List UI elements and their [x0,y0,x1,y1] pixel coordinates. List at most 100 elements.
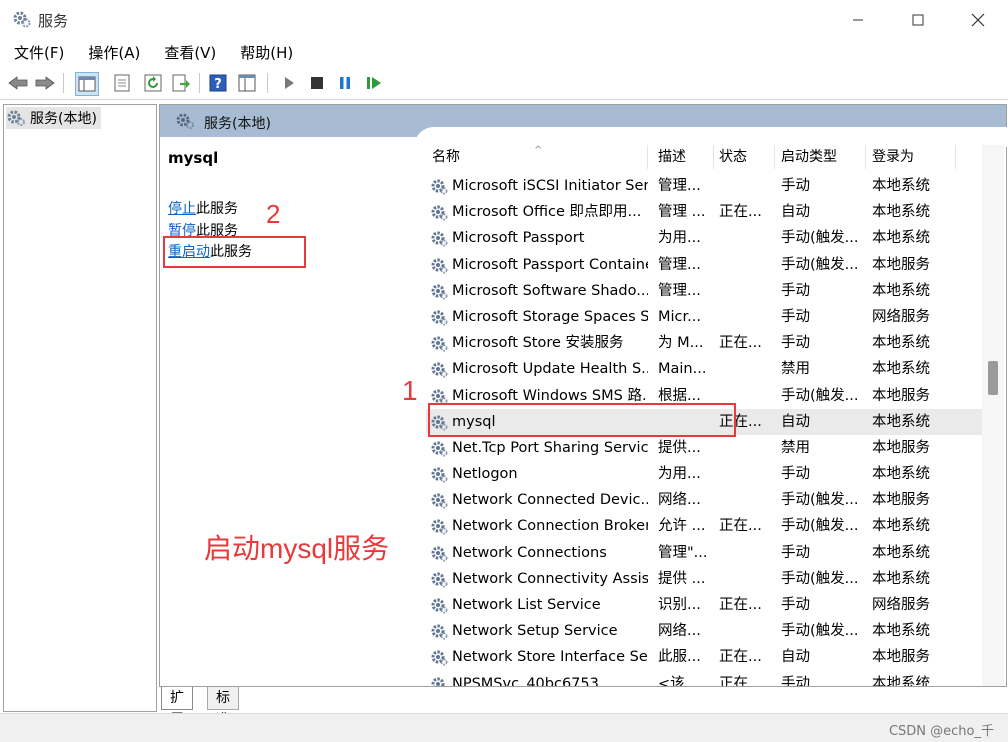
services-gear-icon [6,109,26,127]
menu-view[interactable]: 查看(V) [154,40,226,66]
column-header-status[interactable]: 状态 [713,145,775,169]
console-tree-button[interactable] [75,72,99,96]
service-description-cell: 网络... [658,618,710,644]
properties-button[interactable] [111,72,133,94]
column-header-startup-type[interactable]: 启动类型 [775,145,866,169]
service-description-cell: 管理... [658,252,710,278]
service-gear-icon [430,596,448,618]
extended-description: mysql 停止此服务 暂停此服务 重启动此服务 2 启动mysql服务 [160,137,414,686]
service-logon-cell: 本地系统 [872,173,952,199]
window-title: 服务 [38,10,68,31]
service-startup-cell: 自动 [781,644,863,670]
service-row[interactable]: Network Connections管理"...手动本地系统 [426,540,996,566]
service-row[interactable]: Microsoft Store 安装服务为 M...正在...手动本地系统 [426,330,996,356]
service-logon-cell: 本地系统 [872,566,952,592]
service-startup-cell: 手动(触发... [781,383,863,409]
close-button[interactable] [948,0,1008,40]
service-name-cell: Microsoft Passport Container [452,252,648,278]
menu-action[interactable]: 操作(A) [78,40,150,66]
service-logon-cell: 网络服务 [872,304,952,330]
vertical-scrollbar[interactable] [982,145,1004,686]
view-button[interactable] [236,72,258,94]
stop-link[interactable]: 停止 [168,201,196,217]
service-logon-cell: 本地系统 [872,540,952,566]
column-header-logon-as[interactable]: 登录为 [866,145,956,169]
service-row[interactable]: Network Connected Devic...网络...手动(触发...本… [426,487,996,513]
service-description-cell: 识别... [658,592,710,618]
start-service-button[interactable] [278,72,300,94]
service-description-cell: 为用... [658,225,710,251]
service-logon-cell: 本地服务 [872,435,952,461]
scrollbar-thumb[interactable] [988,361,998,395]
service-name-cell: Microsoft Passport [452,225,648,251]
minimize-button[interactable] [828,0,888,40]
service-logon-cell: 本地系统 [872,409,952,435]
service-row[interactable]: Microsoft Office 即点即用...管理 ...正在...自动本地系… [426,199,996,225]
service-startup-cell: 自动 [781,199,863,225]
service-name-cell: Network Connectivity Assis... [452,566,648,592]
stop-service-button[interactable] [306,72,328,94]
column-header-name[interactable]: 名称 ^ [426,145,648,169]
service-logon-cell: 本地系统 [872,278,952,304]
service-row[interactable]: Network Connectivity Assis...提供 ...手动(触发… [426,566,996,592]
menu-file[interactable]: 文件(F) [4,40,74,66]
service-row[interactable]: NPSMSvc_40bc6753<该...正在...手动本地系统 [426,671,996,686]
service-gear-icon [430,308,448,330]
service-gear-icon [430,282,448,304]
service-row[interactable]: Netlogon为用...手动本地系统 [426,461,996,487]
service-row[interactable]: Net.Tcp Port Sharing Service提供...禁用本地服务 [426,435,996,461]
service-row[interactable]: Microsoft Update Health S...Main...禁用本地系… [426,356,996,382]
service-description-cell: 网络... [658,487,710,513]
service-logon-cell: 本地系统 [872,513,952,539]
sort-ascending-icon: ^ [534,145,542,163]
service-row[interactable]: Network Connection Broker允许 ...正在...手动(触… [426,513,996,539]
service-startup-cell: 手动 [781,592,863,618]
service-name-cell: Microsoft Storage Spaces S... [452,304,648,330]
maximize-button[interactable] [888,0,948,40]
back-button[interactable] [7,72,29,94]
service-logon-cell: 网络服务 [872,592,952,618]
pane-header-title: 服务(本地) [204,113,271,133]
service-row[interactable]: Microsoft Passport Container管理...手动(触发..… [426,252,996,278]
service-row[interactable]: Microsoft Software Shado...管理...手动本地系统 [426,278,996,304]
tab-standard[interactable]: 标准 [207,687,239,710]
service-row[interactable]: Microsoft Passport为用...手动(触发...本地系统 [426,225,996,251]
service-status-cell: 正在... [719,199,771,225]
service-gear-icon [430,544,448,566]
menu-bar: 文件(F) 操作(A) 查看(V) 帮助(H) [0,40,1008,66]
help-button[interactable]: ? [207,72,229,94]
service-gear-icon [430,570,448,592]
tab-extended[interactable]: 扩展 [161,687,193,710]
menu-help[interactable]: 帮助(H) [230,40,303,66]
service-description-cell: 提供 ... [658,566,710,592]
action-stop: 停止此服务 [168,198,238,218]
column-label: 名称 [432,149,460,165]
column-header-description[interactable]: 描述 [652,145,714,169]
refresh-button[interactable] [142,72,164,94]
service-gear-icon [430,517,448,539]
service-startup-cell: 手动 [781,173,863,199]
service-row[interactable]: Network Store Interface Se...此服...正在...自… [426,644,996,670]
service-name-cell: Microsoft iSCSI Initiator Ser... [452,173,648,199]
service-status-cell: 正在... [719,592,771,618]
service-row[interactable]: Microsoft iSCSI Initiator Ser...管理...手动本… [426,173,996,199]
export-button[interactable] [170,72,192,94]
service-row[interactable]: Network List Service识别...正在...手动网络服务 [426,592,996,618]
start-service-icon [282,76,296,90]
service-startup-cell: 禁用 [781,356,863,382]
service-gear-icon [430,465,448,487]
export-icon [172,74,190,92]
service-row[interactable]: Network Setup Service网络...手动(触发...本地系统 [426,618,996,644]
service-row[interactable]: Microsoft Storage Spaces S...Micr...手动网络… [426,304,996,330]
service-logon-cell: 本地服务 [872,383,952,409]
pause-service-button[interactable] [334,72,356,94]
service-status-cell: 正在... [719,513,771,539]
restart-service-button[interactable] [363,72,385,94]
tree-item-services-local[interactable]: 服务(本地) [6,107,101,129]
forward-button[interactable] [34,72,56,94]
service-gear-icon [430,439,448,461]
header-curve [414,127,1008,147]
service-description-cell: 此服... [658,644,710,670]
service-logon-cell: 本地系统 [872,199,952,225]
status-bar: CSDN @echo_千 [0,713,1008,742]
